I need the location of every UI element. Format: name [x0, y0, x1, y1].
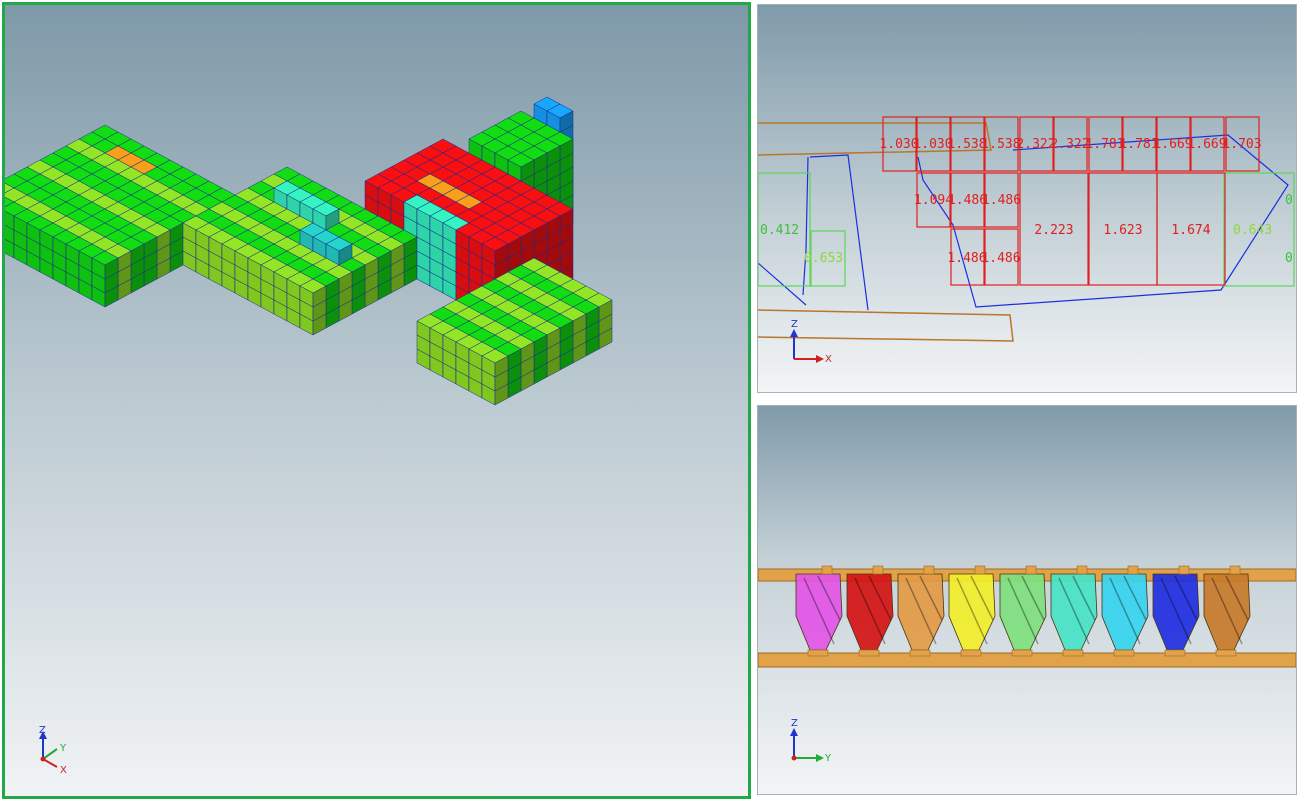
- axis-y-label: Y: [824, 753, 832, 764]
- front-view-viewport[interactable]: 1.030 1.030 1.538 1.538 2.322 2.322 1.781 1.781…: [757, 4, 1297, 393]
- cell-value: 2.223: [1034, 223, 1073, 238]
- value-left: 0.412: [760, 223, 799, 238]
- hopper: [846, 565, 894, 657]
- voxel-model-scene[interactable]: [5, 5, 748, 796]
- cell-value: 1.486: [981, 251, 1020, 266]
- voxel-blocks: [5, 96, 613, 406]
- cell-value: 1.674: [1171, 223, 1210, 238]
- side-view-viewport[interactable]: Z Y: [757, 405, 1297, 795]
- value-green-right: 0.643: [1233, 223, 1272, 238]
- value-edge-right-2: 0: [1285, 251, 1293, 266]
- main-3d-viewport[interactable]: Z Y X: [2, 2, 751, 799]
- cell-value: 1.669: [1187, 137, 1226, 152]
- axis-triad: Z Y: [784, 716, 844, 766]
- hopper: [795, 565, 843, 657]
- hopper: [1050, 565, 1098, 657]
- axis-triad: Z X: [784, 317, 844, 367]
- hopper: [1203, 565, 1251, 657]
- hopper: [897, 565, 945, 657]
- axis-z-label: Z: [791, 319, 798, 330]
- value-green-small: 0.653: [804, 251, 843, 266]
- value-edge-right-1: 0: [1285, 193, 1293, 208]
- cell-value: 1.623: [1103, 223, 1142, 238]
- cell-value: 1.538: [981, 137, 1020, 152]
- axis-x-label: X: [825, 354, 832, 365]
- red-cells-group: 1.0301.0301.5381.5382.3222.3221.7811.781…: [879, 116, 1262, 286]
- hopper: [1101, 565, 1149, 657]
- axis-z-label: Z: [39, 725, 46, 736]
- cell-value: 1.703: [1222, 137, 1261, 152]
- hopper: [1152, 565, 1200, 657]
- axis-z-label: Z: [791, 718, 798, 729]
- hopper: [948, 565, 996, 657]
- cell-value: 2.322: [1050, 137, 1089, 152]
- axis-y-label: Y: [59, 743, 67, 754]
- axis-triad: Z Y X: [29, 723, 89, 776]
- hopper: [999, 565, 1047, 657]
- cell-value: 1.486: [982, 193, 1021, 208]
- axis-x-label: X: [60, 765, 67, 773]
- hoppers-group: [795, 565, 1251, 657]
